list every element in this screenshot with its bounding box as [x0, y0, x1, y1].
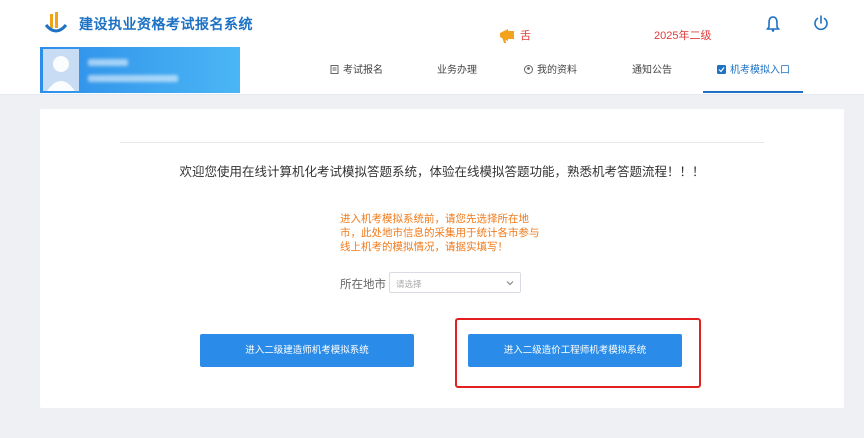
logo-icon: [44, 12, 68, 33]
tab-label: 机考模拟入口: [730, 65, 790, 76]
city-label: 所在地市: [340, 279, 386, 291]
main-navbar: 考试报名 业务办理 我的资料 通知公告 机考模拟入口: [0, 47, 864, 95]
document-icon: [330, 65, 339, 74]
mock-exam-panel: 欢迎您使用在线计算机化考试模拟答题系统，体验在线模拟答题功能，熟悉机考答题流程！…: [40, 109, 844, 408]
user-icon: [524, 65, 533, 74]
masked-user-name: [88, 59, 128, 66]
tab-my-profile[interactable]: 我的资料: [524, 47, 577, 93]
power-icon[interactable]: [813, 15, 829, 31]
site-title: 建设执业资格考试报名系统: [79, 16, 253, 32]
bell-icon[interactable]: [766, 16, 780, 32]
welcome-message: 欢迎您使用在线计算机化考试模拟答题系统，体验在线模拟答题功能，熟悉机考答题流程！…: [179, 165, 705, 179]
tab-exam-registration[interactable]: 考试报名: [330, 47, 383, 93]
megaphone-icon[interactable]: [498, 25, 518, 45]
top-header: 建设执业资格考试报名系统 舌 2025年二级: [0, 0, 864, 47]
exam-year-label: 2025年二级: [654, 30, 712, 42]
tab-mock-exam-entry[interactable]: 机考模拟入口: [703, 47, 803, 93]
tab-label: 我的资料: [537, 65, 577, 76]
chevron-down-icon: [506, 281, 514, 286]
divider: [120, 142, 764, 143]
tab-label: 考试报名: [343, 65, 383, 76]
city-warning-text: 进入机考模拟系统前，请您先选择所在地市，此处地市信息的采集用于统计各市参与线上机…: [340, 213, 540, 253]
tab-announcements[interactable]: 通知公告: [632, 47, 672, 93]
tab-business-handling[interactable]: 业务办理: [437, 47, 477, 93]
tab-label: 业务办理: [437, 65, 477, 76]
enter-constructor-mock-button[interactable]: 进入二级建造师机考模拟系统: [200, 334, 414, 367]
tab-label: 通知公告: [632, 65, 672, 76]
city-select-placeholder: 请选择: [396, 279, 422, 289]
user-profile-card[interactable]: [40, 47, 240, 93]
highlight-annotation-box: [455, 318, 701, 388]
city-select[interactable]: 请选择: [389, 272, 521, 293]
notice-text[interactable]: 舌: [520, 27, 531, 43]
masked-user-id: [88, 75, 178, 82]
checkbox-icon: [717, 65, 726, 74]
avatar: [43, 49, 79, 91]
